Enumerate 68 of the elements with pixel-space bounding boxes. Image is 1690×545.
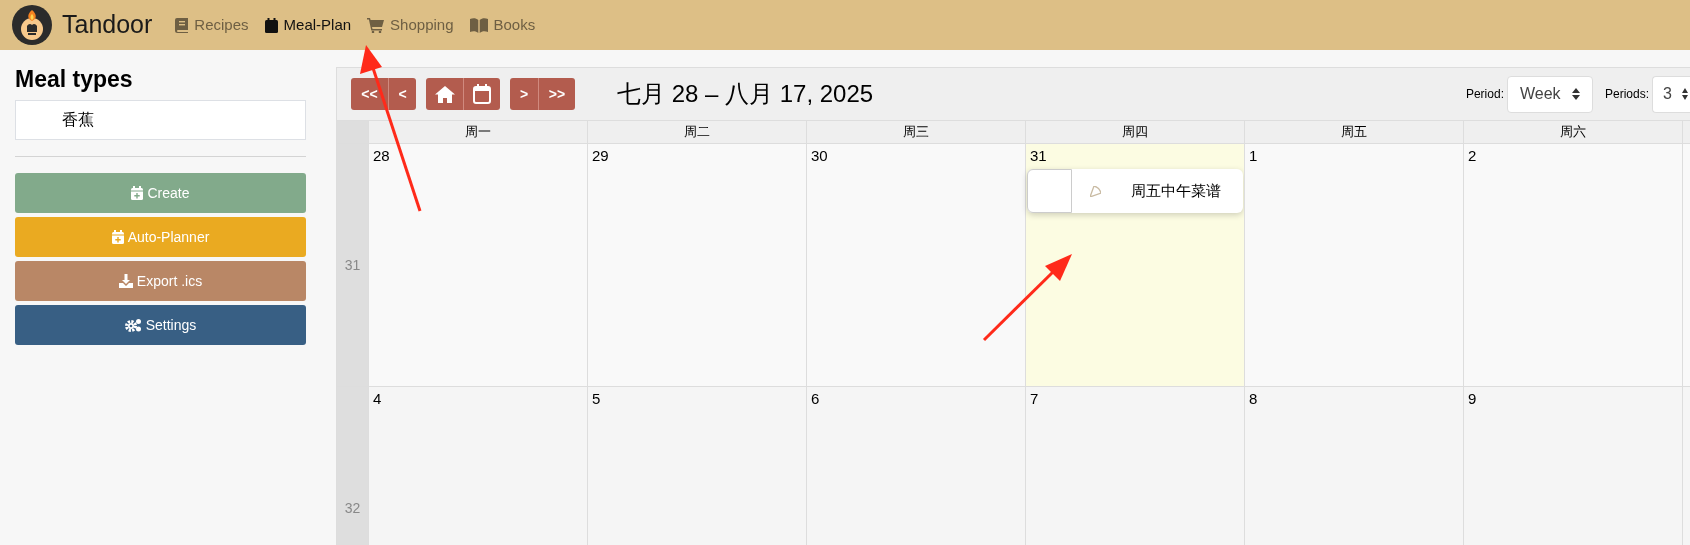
sort-icon	[1682, 88, 1688, 100]
day-number: 5	[591, 389, 601, 408]
nav-button[interactable]: <	[388, 78, 416, 110]
brand-name: Tandoor	[62, 9, 153, 41]
day-number: 7	[1029, 389, 1039, 408]
week-number: 32	[337, 387, 368, 545]
day-cell[interactable]: 9	[1463, 387, 1682, 545]
sidebar-button[interactable]: Settings	[15, 305, 306, 345]
day-cell[interactable]: 29	[587, 144, 806, 386]
day-cell[interactable]: 30	[806, 144, 1025, 386]
week-number: 31	[337, 144, 368, 386]
day-cell[interactable]: 6	[806, 387, 1025, 545]
day-cell[interactable]: 7	[1025, 387, 1244, 545]
calendar-icon	[264, 17, 278, 33]
weekday-header: 周三	[806, 121, 1025, 143]
calendar-plus-icon	[111, 230, 124, 244]
nav-link[interactable]: Recipes	[175, 13, 249, 37]
sidebar-title: Meal types	[15, 65, 134, 94]
nav-link[interactable]: Meal-Plan	[264, 13, 352, 37]
nav-link[interactable]: Shopping	[367, 13, 454, 37]
periods-label: Periods:	[1604, 86, 1649, 103]
day-cell[interactable]: 4	[368, 387, 587, 545]
meal-entry-card[interactable]: 周五中午菜谱	[1027, 169, 1243, 213]
day-cell[interactable]: 31 周五中午菜谱	[1025, 144, 1244, 386]
weekday-header: 周五	[1244, 121, 1463, 143]
gears-icon	[124, 318, 142, 332]
pizza-slice-icon	[1090, 185, 1101, 197]
home-button[interactable]	[426, 78, 463, 110]
day-cell[interactable]: 2	[1463, 144, 1682, 386]
day-number: 9	[1467, 389, 1477, 408]
periods-select[interactable]: 3	[1652, 75, 1690, 113]
weekday-header: 周六	[1463, 121, 1682, 143]
download-icon	[118, 274, 133, 288]
day-cell[interactable]: 28	[368, 144, 587, 386]
meal-entry-title: 周五中午菜谱	[1131, 180, 1221, 201]
weekday-header: 周一	[368, 121, 587, 143]
day-cell[interactable]: 5	[587, 387, 806, 545]
day-number: 6	[810, 389, 820, 408]
day-number: 8	[1248, 389, 1258, 408]
day-number: 31	[1029, 146, 1047, 165]
weekday-header: 周四	[1025, 121, 1244, 143]
day-cell[interactable]: 8	[1244, 387, 1463, 545]
calendar-plus-icon	[131, 186, 144, 200]
cart-icon	[367, 17, 385, 33]
weekday-header: 周二	[587, 121, 806, 143]
date-range-title: 七月 28 – 八月 17, 2025	[617, 79, 875, 109]
nav-button[interactable]: >>	[538, 78, 575, 110]
nav-button[interactable]: <<	[351, 78, 388, 110]
day-number: 29	[591, 146, 609, 165]
calendar-icon	[473, 84, 491, 104]
day-number: 1	[1248, 146, 1258, 165]
period-label: Period:	[1465, 86, 1504, 103]
day-cell[interactable]: 1	[1244, 144, 1463, 386]
day-number: 4	[372, 389, 382, 408]
nav-link[interactable]: Books	[469, 13, 536, 37]
sort-icon	[1571, 88, 1580, 100]
recipe-image-placeholder	[1027, 169, 1072, 213]
day-number: 2	[1467, 146, 1477, 165]
calendar-button[interactable]	[463, 78, 500, 110]
open-book-icon	[469, 17, 488, 33]
chef-logo-icon	[12, 5, 52, 45]
meal-type-item[interactable]: 香蕉	[15, 100, 306, 140]
day-number: 28	[372, 146, 390, 165]
period-select[interactable]: Week	[1506, 75, 1593, 113]
day-number: 30	[810, 146, 828, 165]
book-icon	[175, 17, 189, 33]
nav-button[interactable]: >	[510, 78, 538, 110]
home-icon	[434, 85, 455, 103]
